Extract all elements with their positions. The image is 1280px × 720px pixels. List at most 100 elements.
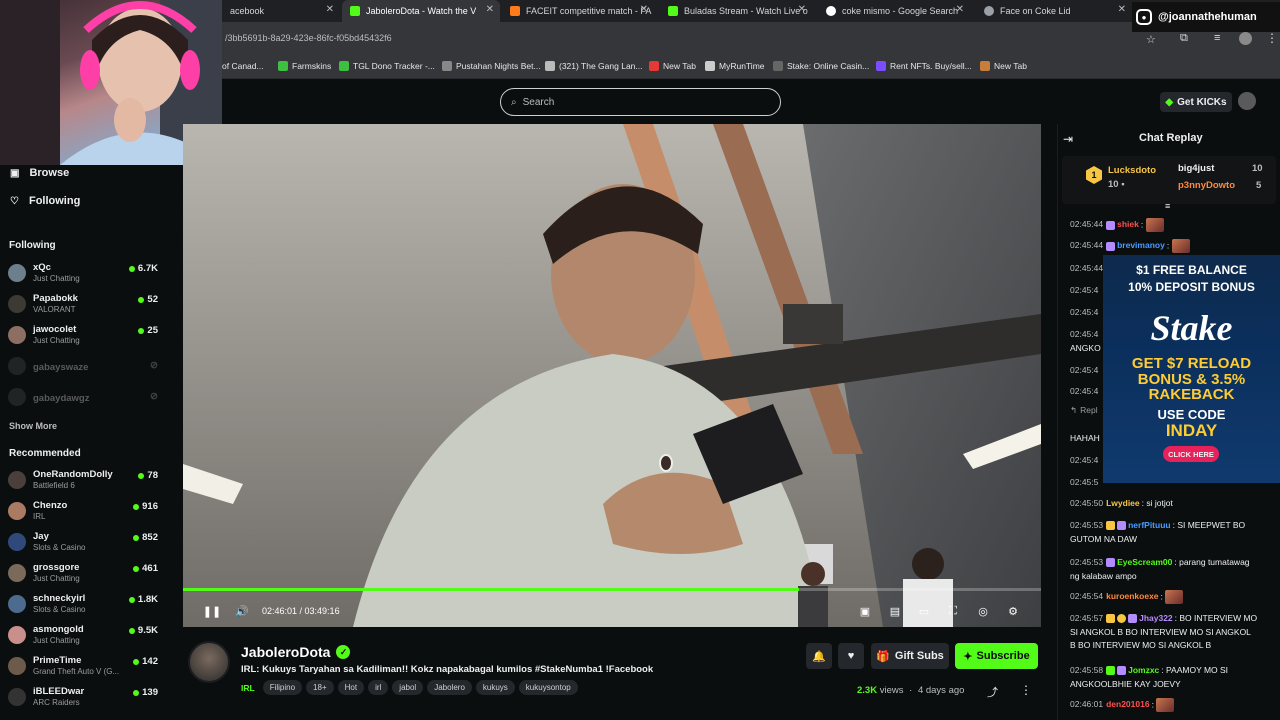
channel-avatar[interactable] bbox=[188, 641, 230, 683]
bookmark-item[interactable]: New Tab bbox=[649, 61, 696, 71]
bookmark-item[interactable]: Pustahan Nights Bet... bbox=[442, 61, 541, 71]
kick-favicon-icon bbox=[668, 6, 678, 16]
tag-chip[interactable]: 18+ bbox=[306, 680, 334, 695]
username[interactable]: den201016 bbox=[1106, 699, 1149, 709]
show-more-link[interactable]: Show More bbox=[9, 421, 57, 431]
sidebar-channel[interactable]: Papabokk VALORANT 52 bbox=[8, 292, 158, 320]
bookmark-item[interactable]: (321) The Gang Lan... bbox=[545, 61, 642, 71]
instagram-icon: ● bbox=[1136, 9, 1152, 25]
nav-browse[interactable]: ▣ Browse bbox=[10, 167, 69, 179]
close-tab-icon[interactable]: ✕ bbox=[956, 4, 964, 15]
sidebar-channel[interactable]: iBLEEDwar ARC Raiders 139 bbox=[8, 685, 158, 713]
username[interactable]: EyeScream00 bbox=[1117, 557, 1172, 567]
close-tab-icon[interactable]: ✕ bbox=[1118, 4, 1126, 15]
miniplayer-icon[interactable]: ▣ bbox=[858, 604, 872, 618]
tag-chip[interactable]: jabol bbox=[392, 680, 424, 695]
heart-icon: ♡ bbox=[10, 195, 19, 207]
subscribe-button[interactable]: ✦ Subscribe bbox=[955, 643, 1038, 669]
tag-chip[interactable]: Jabolero bbox=[427, 680, 472, 695]
sidebar-channel-offline[interactable]: gabaydawgz ⊘ bbox=[8, 385, 158, 413]
sidebar-channel[interactable]: grossgore Just Chatting 461 bbox=[8, 561, 158, 589]
share-icon[interactable]: ⤴ bbox=[987, 684, 998, 700]
avatar bbox=[8, 388, 26, 406]
close-tab-icon[interactable]: ✕ bbox=[640, 4, 648, 15]
username[interactable]: Jomzxc bbox=[1128, 665, 1159, 675]
user-avatar[interactable] bbox=[1238, 92, 1256, 110]
notification-bell-button[interactable]: 🔔 bbox=[806, 643, 832, 669]
media-control-icon[interactable]: ≡ bbox=[1214, 32, 1220, 44]
theater-mode-icon[interactable]: ▭ bbox=[917, 604, 931, 618]
close-tab-icon[interactable]: ✕ bbox=[326, 4, 334, 15]
settings-gear-icon[interactable]: ⚙ bbox=[1006, 604, 1020, 618]
channel-name: Papabokk bbox=[33, 293, 78, 304]
bookmark-item[interactable]: Stake: Online Casin... bbox=[773, 61, 869, 71]
extensions-icon[interactable]: ⧉ bbox=[1180, 32, 1188, 45]
browser-tab[interactable]: acebook ✕ bbox=[222, 0, 340, 22]
sidebar-channel[interactable]: xQc Just Chatting 6.7K bbox=[8, 261, 158, 289]
reply-icon: ↰ bbox=[1070, 405, 1078, 415]
search-input[interactable]: ⌕ Search bbox=[500, 88, 781, 116]
fullscreen-icon[interactable]: ⛶ bbox=[946, 604, 960, 618]
channel-name-row[interactable]: JaboleroDota ✓ bbox=[241, 644, 351, 660]
volume-icon[interactable]: 🔊 bbox=[235, 604, 249, 618]
bookmark-star-icon[interactable]: ☆ bbox=[1146, 33, 1156, 46]
tag-chip[interactable]: kukuysontop bbox=[518, 680, 578, 695]
tag-chip[interactable]: kukuys bbox=[475, 680, 515, 695]
sidebar-channel-offline[interactable]: gabayswaze ⊘ bbox=[8, 354, 158, 382]
browser-tab[interactable]: Face on Coke Lid ✕ bbox=[976, 0, 1132, 22]
tag-chip[interactable]: Filipino bbox=[262, 680, 303, 695]
pause-icon[interactable]: ❚❚ bbox=[203, 604, 221, 618]
expand-icon[interactable]: ≡ bbox=[1165, 201, 1170, 211]
sidebar-channel[interactable]: Jay Slots & Casino 852 bbox=[8, 530, 158, 558]
bookmark-item[interactable]: Farmskins bbox=[278, 61, 331, 71]
bookmark-label: TGL Dono Tracker -... bbox=[353, 61, 435, 71]
username[interactable]: nerfPituuu bbox=[1128, 520, 1171, 530]
doc-icon bbox=[442, 61, 452, 71]
timestamp: 02:46:01 bbox=[1070, 699, 1104, 710]
username[interactable]: Jhay322 bbox=[1139, 613, 1173, 623]
clip-icon[interactable]: ▤ bbox=[888, 604, 902, 618]
browser-tab[interactable]: coke mismo - Google Search ✕ bbox=[818, 0, 970, 22]
channel-category: Battlefield 6 bbox=[33, 481, 75, 490]
close-tab-icon[interactable]: ✕ bbox=[798, 4, 806, 15]
sidebar-channel[interactable]: Chenzo IRL 916 bbox=[8, 499, 158, 527]
browser-menu-icon[interactable]: ⋮ bbox=[1266, 31, 1278, 45]
collapse-chat-icon[interactable]: ⇥ bbox=[1063, 132, 1073, 146]
get-kicks-button[interactable]: ◆ Get KICKs bbox=[1160, 92, 1232, 112]
chat-message: 02:45:58 Jomzxc: PAAMOY MO SI ANGKOOLBHIE… bbox=[1070, 664, 1258, 691]
sidebar-channel[interactable]: PrimeTime Grand Theft Auto V (G... 142 bbox=[8, 654, 158, 682]
more-options-icon[interactable]: ⋮ bbox=[1020, 683, 1032, 697]
bookmark-item[interactable]: New Tab bbox=[980, 61, 1027, 71]
youtube-icon bbox=[545, 61, 555, 71]
username[interactable]: kuroenkoexe bbox=[1106, 591, 1158, 601]
bookmark-item[interactable]: Rent NFTs. Buy/sell... bbox=[876, 61, 972, 71]
badge-icon bbox=[1117, 521, 1127, 531]
nav-following[interactable]: ♡ Following bbox=[10, 195, 80, 207]
gift-subs-button[interactable]: 🎁 Gift Subs bbox=[871, 643, 949, 669]
tag-chip[interactable]: irl bbox=[368, 680, 389, 695]
bookmark-item[interactable]: MyRunTime bbox=[705, 61, 765, 71]
username[interactable]: brevimanoy bbox=[1117, 240, 1165, 250]
url-field[interactable]: /3bb5691b-8a29-423e-86fc-f05bd45432f6 bbox=[225, 33, 392, 43]
close-tab-icon[interactable]: ✕ bbox=[486, 4, 494, 15]
playback-speed-icon[interactable]: ◎ bbox=[976, 604, 990, 618]
sidebar-channel[interactable]: asmongold Just Chatting 9.5K bbox=[8, 623, 158, 651]
browser-tab[interactable]: Buladas Stream - Watch Live o ✕ bbox=[660, 0, 812, 22]
browser-tab[interactable]: FACEIT competitive match - FA ✕ bbox=[502, 0, 654, 22]
sidebar-channel[interactable]: schneckyirl Slots & Casino 1.8K bbox=[8, 592, 158, 620]
bookmark-item[interactable]: TGL Dono Tracker -... bbox=[339, 61, 435, 71]
profile-avatar[interactable] bbox=[1239, 32, 1252, 45]
tag-chip[interactable]: Hot bbox=[337, 680, 365, 695]
username[interactable]: shiek bbox=[1117, 219, 1139, 229]
username[interactable]: Lwydiee bbox=[1106, 498, 1140, 508]
viewer-count: 852 bbox=[133, 532, 158, 543]
follow-heart-button[interactable]: ♥ bbox=[838, 643, 864, 669]
sidebar-channel[interactable]: jawocolet Just Chatting 25 bbox=[8, 323, 158, 351]
bookmark-item[interactable]: of Canad... bbox=[222, 61, 264, 71]
video-player[interactable] bbox=[183, 124, 1041, 627]
category-link[interactable]: IRL bbox=[241, 683, 255, 693]
ad-click-button[interactable]: CLICK HERE bbox=[1163, 446, 1219, 462]
sidebar-channel[interactable]: OneRandomDolly Battlefield 6 78 bbox=[8, 468, 158, 496]
live-dot-icon bbox=[133, 534, 140, 541]
browser-tab-active[interactable]: JaboleroDota - Watch the V ✕ bbox=[342, 0, 500, 22]
